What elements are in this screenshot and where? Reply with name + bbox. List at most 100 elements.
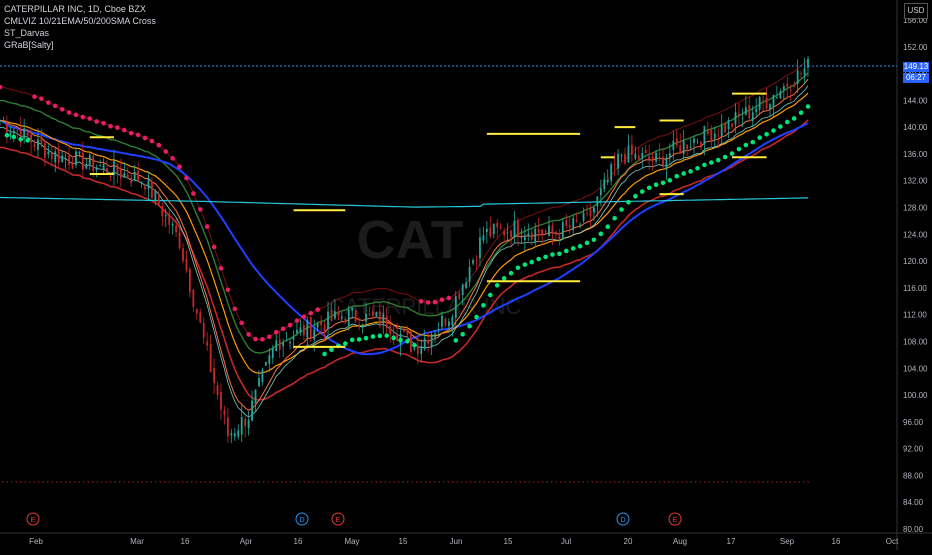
candle-body [772,95,775,108]
candle-body [316,323,319,328]
candle-body [541,229,544,235]
candle-body [368,313,371,315]
candle-body [637,155,640,160]
y-tick-label: 80.00 [903,525,924,534]
candle-body [151,181,153,199]
candle-body [119,168,122,179]
candle-body [696,141,699,143]
candle-body [30,134,32,143]
candle-body [472,260,474,264]
indicator-grab[interactable]: GRaB[Salty] [4,39,156,51]
candle-body [258,378,260,387]
candle-body [99,165,102,167]
candle-body [468,266,471,282]
candle-body [81,152,84,170]
candle-body [230,433,233,436]
grab-dot [626,199,631,205]
candle-body [586,213,588,214]
y-tick-label: 108.00 [903,337,928,346]
candle-body [340,316,343,319]
candle-body [37,139,39,150]
y-tick-label: 124.00 [903,230,928,239]
candle-body [144,186,146,190]
grab-dot [25,138,30,143]
event-marker-label: D [299,517,304,524]
candle-body [751,112,754,121]
candle-body [558,236,561,240]
grab-dot [639,189,645,194]
candle-body [603,179,606,190]
grab-dot [204,224,210,229]
candle-body [164,214,167,217]
candle-body [430,334,433,348]
candle-body [126,174,129,179]
grab-dot [681,171,686,176]
candle-body [396,334,398,342]
grab-dot [778,124,783,129]
grab-dot [405,338,410,344]
grab-dot [294,318,300,323]
candle-body [365,313,367,322]
candle-body [378,311,381,326]
grab-dot [570,246,576,251]
candle-body [444,318,447,326]
candle-body [292,336,295,340]
candle-body [171,223,174,226]
grab-dot [322,351,327,357]
candle-body [416,345,419,354]
currency-badge[interactable]: USD [904,3,928,19]
grab-dot [128,130,134,136]
grab-dot [619,207,624,212]
grab-dot [418,299,424,304]
candle-body [530,232,533,240]
event-marker-earnings: E [26,512,40,526]
candle-body [593,207,595,213]
candle-body [133,171,136,180]
grab-dot [798,110,804,116]
candle-body [475,260,478,261]
candle-body [800,73,802,75]
grab-dot [439,297,445,302]
candle-body [796,70,799,85]
candle-body [306,320,309,338]
candle-body [337,311,340,316]
candle-body [264,361,267,366]
candle-body [499,226,502,229]
indicator-ema-sma-cross[interactable]: CMLVIZ 10/21EMA/50/200SMA Cross [4,15,156,27]
candle-body [482,235,485,241]
grab-dot [142,135,148,141]
chart-area[interactable]: 156.00152.00148.00144.00140.00136.00132.… [0,0,932,550]
grab-dot [52,103,58,109]
grab-dot [771,128,776,133]
x-tick-label: Jul [561,537,571,546]
symbol-title[interactable]: CATERPILLAR INC, 1D, Cboe BZX [4,3,156,15]
last-price-label: 149.13 [903,62,929,72]
x-tick-label: 16 [294,537,303,546]
y-tick-label: 112.00 [903,311,927,320]
candle-body [423,338,426,350]
candle-body [779,91,782,99]
candle-body [358,324,361,327]
candle-body [492,223,495,235]
x-tick-label: Aug [673,537,687,546]
indicator-darvas[interactable]: ST_Darvas [4,27,156,39]
event-marker-earnings: E [331,512,345,526]
grab-dot [356,337,362,342]
candle-body [64,157,67,159]
candle-body [700,141,702,147]
candle-body [192,289,195,308]
candle-body [410,331,412,352]
grab-dot [135,132,141,138]
x-tick-label: 17 [727,537,736,546]
candle-body [182,248,184,261]
candle-body [599,188,602,196]
y-tick-label: 144.00 [903,96,928,105]
candle-body [755,108,758,113]
price-chart[interactable]: 156.00152.00148.00144.00140.00136.00132.… [0,0,932,550]
candle-body [289,341,291,344]
grab-dot [211,244,217,250]
candle-body [741,118,744,119]
candle-body [534,228,537,243]
candle-body [0,120,1,122]
grab-dot [363,335,369,341]
